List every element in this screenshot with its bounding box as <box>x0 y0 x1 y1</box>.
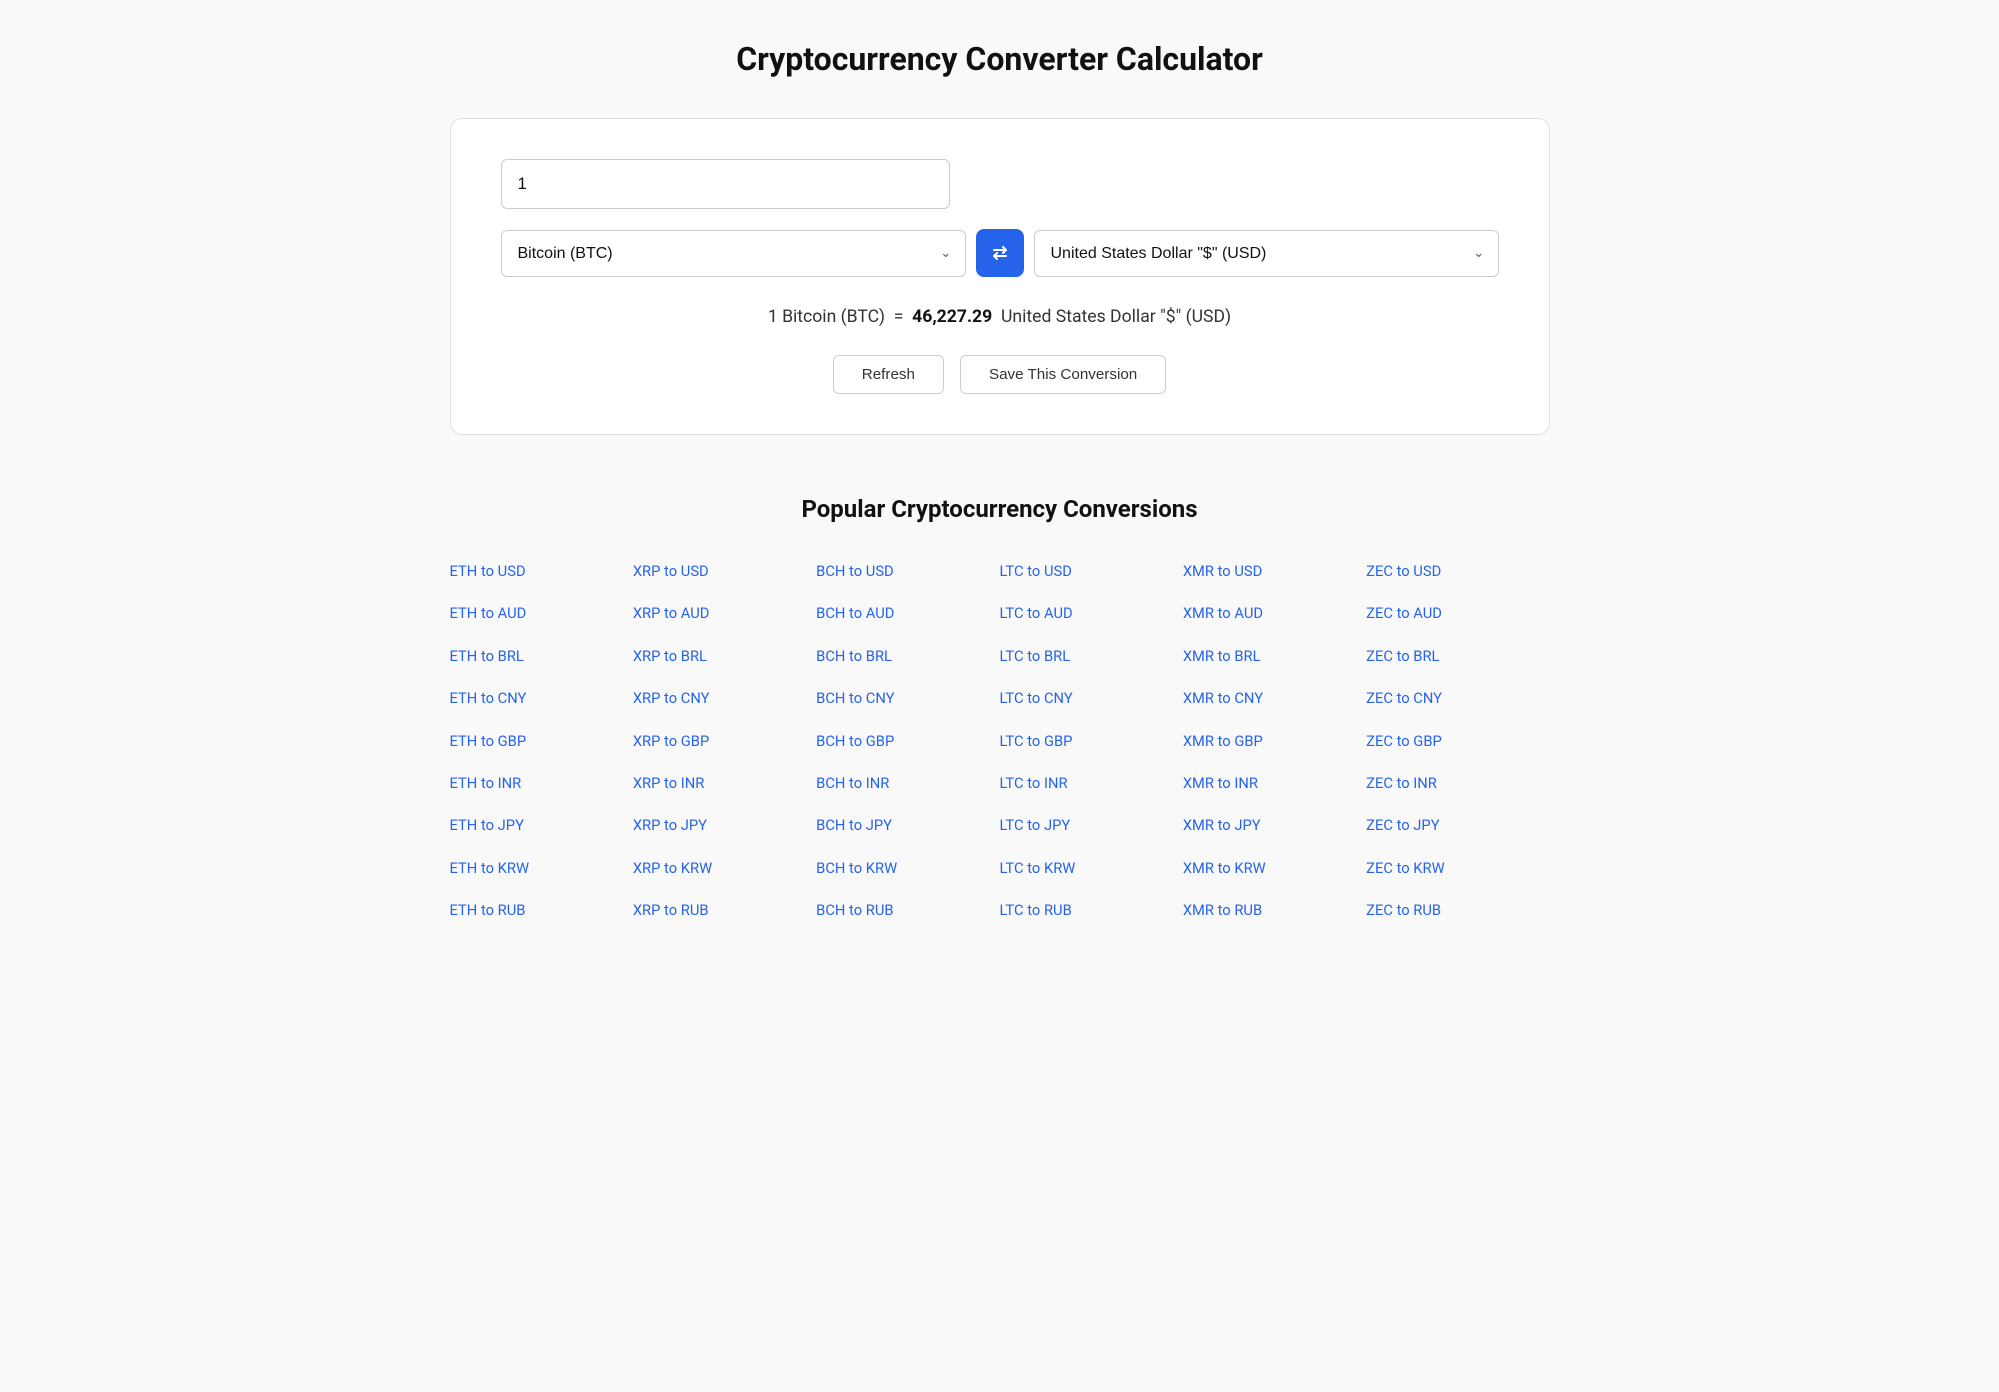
conversion-link[interactable]: LTC to INR <box>999 767 1182 799</box>
conversion-link[interactable]: XMR to CNY <box>1183 682 1366 714</box>
conversion-link[interactable]: BCH to RUB <box>816 894 999 926</box>
popular-title: Popular Cryptocurrency Conversions <box>450 495 1550 523</box>
selectors-row: Bitcoin (BTC) ⌄ United States Dollar "$"… <box>501 229 1499 277</box>
swap-button[interactable] <box>976 229 1024 277</box>
save-conversion-button[interactable]: Save This Conversion <box>960 355 1166 394</box>
conversion-link[interactable]: XMR to USD <box>1183 555 1366 587</box>
conversion-link[interactable]: ZEC to JPY <box>1366 809 1549 841</box>
conversions-grid: ETH to USDXRP to USDBCH to USDLTC to USD… <box>450 555 1550 926</box>
result-row: 1 Bitcoin (BTC) = 46,227.29 United State… <box>501 307 1499 327</box>
result-from-text: 1 Bitcoin (BTC) <box>768 307 885 327</box>
conversion-link[interactable]: XRP to BRL <box>633 640 816 672</box>
conversion-link[interactable]: XRP to KRW <box>633 852 816 884</box>
page-title: Cryptocurrency Converter Calculator <box>60 40 1939 78</box>
conversion-link[interactable]: ZEC to CNY <box>1366 682 1549 714</box>
to-currency-select[interactable]: United States Dollar "$" (USD) <box>1034 230 1499 277</box>
buttons-row: Refresh Save This Conversion <box>501 355 1499 394</box>
conversion-link[interactable]: ETH to INR <box>450 767 633 799</box>
conversion-link[interactable]: XMR to RUB <box>1183 894 1366 926</box>
conversion-link[interactable]: LTC to KRW <box>999 852 1182 884</box>
conversion-link[interactable]: XMR to AUD <box>1183 597 1366 629</box>
to-currency-wrapper: United States Dollar "$" (USD) ⌄ <box>1034 230 1499 277</box>
conversion-link[interactable]: BCH to INR <box>816 767 999 799</box>
conversion-link[interactable]: ETH to BRL <box>450 640 633 672</box>
conversion-link[interactable]: XRP to RUB <box>633 894 816 926</box>
conversion-link[interactable]: LTC to GBP <box>999 725 1182 757</box>
conversion-link[interactable]: LTC to JPY <box>999 809 1182 841</box>
conversion-link[interactable]: ZEC to KRW <box>1366 852 1549 884</box>
conversion-link[interactable]: ETH to GBP <box>450 725 633 757</box>
conversion-link[interactable]: ZEC to BRL <box>1366 640 1549 672</box>
conversion-link[interactable]: XMR to BRL <box>1183 640 1366 672</box>
conversion-link[interactable]: BCH to USD <box>816 555 999 587</box>
conversion-link[interactable]: ZEC to RUB <box>1366 894 1549 926</box>
conversion-link[interactable]: BCH to KRW <box>816 852 999 884</box>
popular-section: Popular Cryptocurrency Conversions ETH t… <box>450 495 1550 926</box>
conversion-link[interactable]: ETH to RUB <box>450 894 633 926</box>
conversion-link[interactable]: XRP to JPY <box>633 809 816 841</box>
conversion-link[interactable]: BCH to GBP <box>816 725 999 757</box>
conversion-link[interactable]: XRP to GBP <box>633 725 816 757</box>
conversion-link[interactable]: LTC to USD <box>999 555 1182 587</box>
conversion-link[interactable]: LTC to AUD <box>999 597 1182 629</box>
conversion-link[interactable]: ETH to KRW <box>450 852 633 884</box>
conversion-link[interactable]: XMR to INR <box>1183 767 1366 799</box>
conversion-link[interactable]: ZEC to GBP <box>1366 725 1549 757</box>
conversion-link[interactable]: LTC to BRL <box>999 640 1182 672</box>
conversion-link[interactable]: BCH to JPY <box>816 809 999 841</box>
conversion-link[interactable]: BCH to AUD <box>816 597 999 629</box>
conversion-link[interactable]: ETH to USD <box>450 555 633 587</box>
amount-input[interactable] <box>501 159 950 209</box>
result-value: 46,227.29 <box>912 307 992 327</box>
conversion-link[interactable]: ETH to CNY <box>450 682 633 714</box>
conversion-link[interactable]: XRP to INR <box>633 767 816 799</box>
conversion-link[interactable]: XRP to USD <box>633 555 816 587</box>
conversion-link[interactable]: ZEC to AUD <box>1366 597 1549 629</box>
conversion-link[interactable]: ZEC to USD <box>1366 555 1549 587</box>
conversion-link[interactable]: LTC to RUB <box>999 894 1182 926</box>
conversion-link[interactable]: XMR to GBP <box>1183 725 1366 757</box>
from-currency-select[interactable]: Bitcoin (BTC) <box>501 230 966 277</box>
from-currency-wrapper: Bitcoin (BTC) ⌄ <box>501 230 966 277</box>
conversion-link[interactable]: XMR to JPY <box>1183 809 1366 841</box>
result-to-currency: United States Dollar "$" (USD) <box>1001 307 1231 327</box>
result-equals: = <box>894 307 904 327</box>
conversion-link[interactable]: ETH to AUD <box>450 597 633 629</box>
conversion-link[interactable]: BCH to CNY <box>816 682 999 714</box>
refresh-button[interactable]: Refresh <box>833 355 944 394</box>
conversion-link[interactable]: XMR to KRW <box>1183 852 1366 884</box>
conversion-link[interactable]: XRP to CNY <box>633 682 816 714</box>
swap-icon <box>990 243 1010 263</box>
converter-card: Bitcoin (BTC) ⌄ United States Dollar "$"… <box>450 118 1550 435</box>
conversion-link[interactable]: ETH to JPY <box>450 809 633 841</box>
conversion-link[interactable]: XRP to AUD <box>633 597 816 629</box>
conversion-link[interactable]: ZEC to INR <box>1366 767 1549 799</box>
conversion-link[interactable]: LTC to CNY <box>999 682 1182 714</box>
conversion-link[interactable]: BCH to BRL <box>816 640 999 672</box>
